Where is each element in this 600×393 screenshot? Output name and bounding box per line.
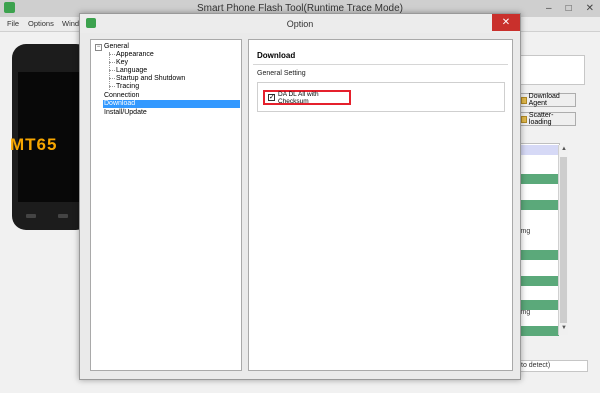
divider — [253, 64, 508, 65]
tree-item-appearance[interactable]: Appearance — [116, 51, 154, 59]
maximize-button[interactable]: □ — [566, 3, 572, 14]
table-scrollbar[interactable]: ▲ ▼ — [558, 145, 568, 335]
close-button[interactable]: ✕ — [586, 3, 594, 14]
dialog-title: Option — [286, 19, 314, 29]
menu-window[interactable]: Wind — [62, 19, 79, 28]
tree-item-language[interactable]: Language — [116, 67, 147, 75]
tree-item-general[interactable]: General — [104, 43, 129, 51]
table-row[interactable] — [519, 200, 559, 210]
phone-buttons — [18, 214, 78, 220]
folder-icon — [521, 96, 527, 104]
scatter-loading-button[interactable]: Scatter-loading — [518, 112, 576, 126]
tree-item-install-update[interactable]: Install/Update — [104, 109, 147, 117]
options-tree: − General Appearance Key Language Startu… — [90, 39, 242, 371]
tree-item-tracing[interactable]: Tracing — [116, 83, 139, 91]
page-title: Download — [257, 51, 296, 60]
window-controls: – □ ✕ — [546, 3, 594, 14]
right-info-panel — [518, 55, 585, 85]
tree-item-startup-shutdown[interactable]: Startup and Shutdown — [116, 75, 185, 83]
scatter-loading-label: Scatter-loading — [528, 112, 554, 126]
download-agent-button[interactable]: Download Agent — [518, 93, 576, 107]
status-bar-text: to detect) — [518, 360, 588, 372]
tree-item-key[interactable]: Key — [116, 59, 128, 67]
menu-options[interactable]: Options — [28, 19, 54, 28]
download-agent-label: Download Agent — [528, 93, 560, 107]
da-dl-checksum-checkbox[interactable]: ✓ — [268, 94, 275, 101]
table-row[interactable] — [519, 174, 559, 184]
table-row[interactable] — [519, 276, 559, 286]
menu-file[interactable]: File — [7, 19, 19, 28]
tree-item-connection[interactable]: Connection — [104, 92, 139, 100]
option-dialog: Option ✕ − General Appearance Key Langua… — [79, 13, 521, 380]
collapse-icon[interactable]: − — [95, 44, 102, 51]
phone-model-label: MT65 — [10, 135, 58, 154]
general-setting-group: ✓ DA DL All with Checksum — [257, 82, 505, 112]
group-label: General Setting — [257, 70, 306, 77]
table-row[interactable] — [519, 326, 559, 336]
scroll-up-icon[interactable]: ▲ — [561, 146, 567, 152]
scroll-down-icon[interactable]: ▼ — [561, 325, 567, 331]
minimize-button[interactable]: – — [546, 3, 552, 14]
dialog-titlebar[interactable]: Option ✕ — [80, 14, 520, 33]
scrollbar-thumb[interactable] — [560, 157, 567, 323]
checkbox-label[interactable]: DA DL All with Checksum — [278, 91, 349, 105]
dialog-close-button[interactable]: ✕ — [492, 14, 520, 31]
folder-icon — [521, 115, 527, 123]
tree-item-download[interactable]: Download — [103, 100, 240, 108]
table-header — [518, 145, 558, 155]
settings-page: Download General Setting ✓ DA DL All wit… — [248, 39, 513, 371]
table-row[interactable] — [519, 250, 559, 260]
tree-connector — [109, 52, 110, 90]
highlight-box: ✓ DA DL All with Checksum — [263, 90, 351, 105]
